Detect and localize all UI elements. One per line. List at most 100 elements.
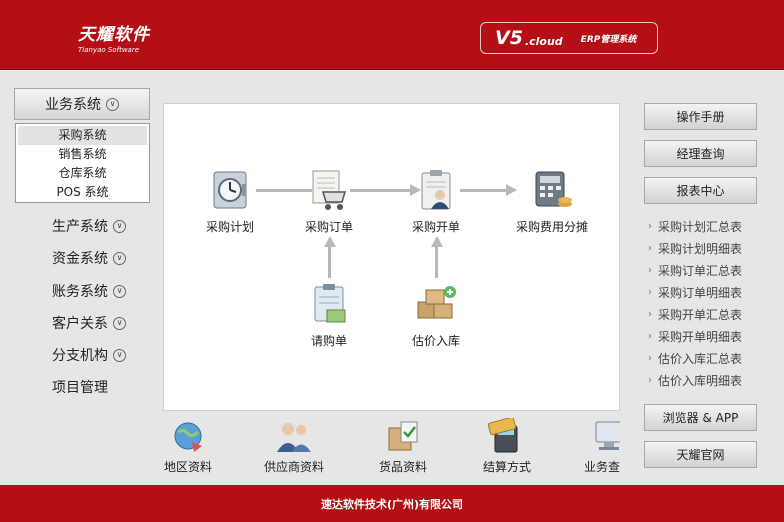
submenu-item-purchase[interactable]: 采购系统: [18, 126, 147, 145]
report-link-label: 估价入库明细表: [658, 374, 743, 388]
flow-node-estimate-in[interactable]: 估价入库: [386, 282, 486, 349]
chevron-right-icon: ›: [648, 265, 652, 276]
chevron-right-icon: ›: [648, 221, 652, 232]
business-system-label: 业务系统: [45, 97, 101, 113]
flow-node-purchase-order[interactable]: 采购订单: [279, 168, 379, 235]
cart-document-icon: [312, 170, 347, 210]
bottom-item-settlement[interactable]: 结算方式: [457, 418, 557, 475]
menu-production-label: 生产系统: [52, 219, 108, 235]
flow-node-label: 采购费用分摊: [515, 220, 588, 234]
boxes-add-icon: [417, 286, 456, 319]
flow-node-label: 估价入库: [411, 334, 460, 348]
menu-production[interactable]: 生产系统 ∨: [52, 216, 126, 236]
manager-query-button[interactable]: 经理查询: [644, 140, 757, 167]
menu-crm[interactable]: 客户关系 ∨: [52, 313, 126, 333]
report-link[interactable]: › 采购订单汇总表: [648, 262, 742, 279]
submenu-item-sales[interactable]: 销售系统: [18, 145, 147, 164]
safe-clock-icon: [213, 171, 247, 209]
purchase-flow-panel: 采购计划 采购订单 采购开单 采购费用分摊 请购单 估价入库: [163, 103, 620, 411]
logo: 天耀软件 Tianyao Software: [78, 20, 150, 54]
bottom-item-label: 结算方式: [482, 460, 531, 474]
box-check-icon: [388, 421, 418, 451]
flow-node-cost-allocation[interactable]: 采购费用分摊: [497, 168, 607, 235]
chevron-right-icon: ›: [648, 353, 652, 364]
bottom-item-supplier[interactable]: 供应商资料: [244, 418, 344, 475]
report-link[interactable]: › 采购计划明细表: [648, 240, 742, 257]
business-submenu: 采购系统 销售系统 仓库系统 POS 系统: [15, 123, 150, 203]
calculator-coins-icon: [535, 171, 572, 207]
bottom-item-business-query[interactable]: 业务查: [570, 418, 620, 475]
bottom-item-label: 供应商资料: [263, 460, 324, 474]
monitor-icon: [595, 421, 620, 450]
chevron-right-icon: ›: [648, 331, 652, 342]
bottom-item-goods[interactable]: 货品资料: [353, 418, 453, 475]
menu-accounting[interactable]: 账务系统 ∨: [52, 281, 126, 301]
flow-node-requisition[interactable]: 请购单: [279, 282, 379, 349]
arrow-up-icon: [324, 236, 336, 247]
chevron-down-icon: ∨: [113, 251, 126, 265]
report-link-label: 采购订单明细表: [658, 286, 743, 300]
report-link-label: 采购计划汇总表: [658, 220, 743, 234]
manual-button[interactable]: 操作手册: [644, 103, 757, 130]
chevron-right-icon: ›: [648, 309, 652, 320]
bottom-item-label: 地区资料: [163, 460, 212, 474]
menu-accounting-label: 账务系统: [52, 284, 108, 300]
version-suffix: .cloud: [524, 34, 563, 48]
chevron-down-icon: ∨: [113, 316, 126, 330]
report-link[interactable]: › 采购订单明细表: [648, 284, 742, 301]
version-badge: V5 .cloud ERP管理系统: [480, 22, 658, 54]
chevron-right-icon: ›: [648, 375, 652, 386]
flow-node-label: 采购开单: [411, 220, 460, 234]
chevron-down-icon: ∨: [113, 348, 126, 362]
flow-node-label: 请购单: [310, 334, 347, 348]
bottom-item-region[interactable]: 地区资料: [138, 418, 238, 475]
report-link-label: 采购订单汇总表: [658, 264, 743, 278]
submenu-item-pos[interactable]: POS 系统: [18, 183, 147, 202]
clipboard-user-icon: [421, 170, 451, 210]
report-link-label: 采购开单汇总表: [658, 308, 743, 322]
menu-branches[interactable]: 分支机构 ∨: [52, 345, 126, 365]
chevron-right-icon: ›: [648, 243, 652, 254]
card-terminal-icon: [487, 418, 518, 453]
submenu-item-warehouse[interactable]: 仓库系统: [18, 164, 147, 183]
report-link[interactable]: › 采购开单汇总表: [648, 306, 742, 323]
flow-node-purchase-plan[interactable]: 采购计划: [180, 168, 280, 235]
browser-app-button[interactable]: 浏览器 & APP: [644, 404, 757, 431]
report-link[interactable]: › 估价入库汇总表: [648, 350, 742, 367]
report-link-label: 采购开单明细表: [658, 330, 743, 344]
company-name: 速达软件技术(广州)有限公司: [320, 497, 464, 511]
report-link[interactable]: › 估价入库明细表: [648, 372, 742, 389]
bottom-item-label: 货品资料: [378, 460, 427, 474]
report-link-label: 采购计划明细表: [658, 242, 743, 256]
chevron-right-icon: ›: [648, 287, 652, 298]
menu-projects[interactable]: 项目管理: [52, 377, 108, 397]
flow-node-purchase-invoice[interactable]: 采购开单: [386, 168, 486, 235]
report-link-label: 估价入库汇总表: [658, 352, 743, 366]
version-number: V5: [495, 27, 523, 49]
app-footer: 速达软件技术(广州)有限公司: [0, 485, 784, 522]
logo-subtext: Tianyao Software: [78, 46, 140, 54]
menu-projects-label: 项目管理: [52, 380, 108, 396]
flow-connector: [435, 246, 438, 278]
flow-connector: [328, 246, 331, 278]
globe-arrow-icon: [174, 422, 202, 452]
business-system-button[interactable]: 业务系统 ∨: [14, 88, 150, 120]
chevron-down-icon: ∨: [113, 284, 126, 298]
report-link[interactable]: › 采购开单明细表: [648, 328, 742, 345]
menu-branches-label: 分支机构: [52, 348, 108, 364]
logo-text: 天耀软件: [78, 25, 150, 45]
chevron-down-icon: ∨: [106, 97, 119, 111]
report-link[interactable]: › 采购计划汇总表: [648, 218, 742, 235]
bottom-item-label: 业务查: [584, 460, 620, 474]
arrow-up-icon: [431, 236, 443, 247]
official-site-button[interactable]: 天耀官网: [644, 441, 757, 468]
menu-funds[interactable]: 资金系统 ∨: [52, 248, 126, 268]
report-center-button[interactable]: 报表中心: [644, 177, 757, 204]
menu-crm-label: 客户关系: [52, 316, 108, 332]
erp-title: ERP管理系统: [580, 34, 637, 45]
menu-funds-label: 资金系统: [52, 251, 108, 267]
clipboard-check-icon: [314, 284, 346, 323]
app-header: 天耀软件 Tianyao Software V5 .cloud ERP管理系统: [0, 0, 784, 70]
people-icon: [277, 423, 311, 452]
chevron-down-icon: ∨: [113, 219, 126, 233]
